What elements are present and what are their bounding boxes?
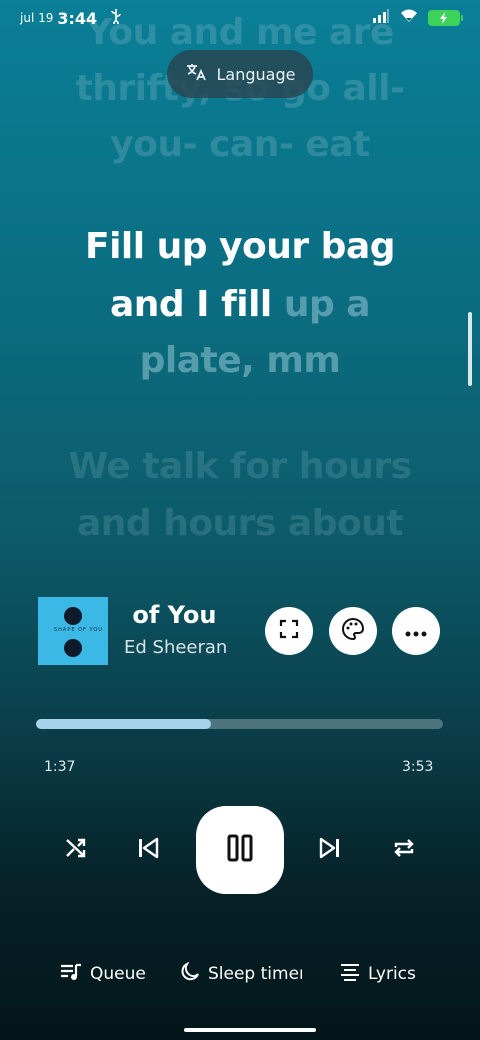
next-icon [318,836,342,864]
battery-icon [428,10,463,26]
bottom-bar: Queue Sleep timer Lyrics [0,956,480,992]
now-playing: SHAPE OF YOU Shape of You Ed Sheeran [38,597,448,667]
track-artist[interactable]: Ed Sheeran [124,637,227,658]
scrollbar[interactable] [468,312,472,386]
status-bar: jul 19 3:44 [0,0,480,36]
lyrics-button[interactable]: Lyrics [340,956,416,992]
progress-fill [36,719,211,729]
previous-button[interactable] [128,830,168,870]
lyrics-icon [340,963,360,986]
usb-icon [109,8,123,28]
next-button[interactable] [310,830,350,870]
track-title[interactable]: Shape of You [124,601,260,629]
language-label: Language [216,64,296,84]
shuffle-button[interactable] [56,830,96,870]
album-art[interactable]: SHAPE OF YOU [38,597,108,665]
pause-icon [226,834,254,866]
album-dot [64,639,82,657]
language-button[interactable]: Language [167,50,313,98]
progress-slider[interactable] [36,719,443,729]
repeat-icon [392,836,416,864]
fullscreen-button[interactable] [265,607,313,655]
lyric-line-next[interactable]: We talk for hours [0,446,480,487]
theme-button[interactable] [329,607,377,655]
lyric-line-prev[interactable]: you- can- eat [0,124,480,165]
queue-icon [60,963,82,986]
lyric-line-next[interactable]: and hours about [0,503,480,544]
more-button[interactable] [392,607,440,655]
palette-icon [341,617,365,645]
wifi-icon [400,9,418,27]
duration-time: 3:53 [402,759,434,775]
queue-label: Queue [90,964,146,984]
signal-icon [372,9,390,27]
sleep-timer-label: Sleep timer [208,964,302,984]
play-pause-button[interactable] [196,806,284,894]
album-title-text: SHAPE OF YOU [54,627,103,633]
lyric-pending-text: up a [271,284,371,325]
elapsed-time: 1:37 [44,759,76,775]
previous-icon [136,836,160,864]
album-dot [64,607,82,625]
lyrics-label: Lyrics [368,964,416,984]
sleep-timer-button[interactable]: Sleep timer [180,956,302,992]
moon-icon [180,961,200,987]
playback-controls [0,806,480,894]
status-time: 3:44 [57,8,98,28]
track-title-text: Shape of You [124,601,217,629]
translate-icon [185,62,207,86]
lyric-sung-text: and I fill [109,284,272,325]
shuffle-icon [64,836,88,864]
fullscreen-icon [279,619,299,643]
status-date: jul 19 [20,11,54,25]
lyric-line-current[interactable]: and I fill up a [0,284,480,325]
repeat-button[interactable] [384,830,424,870]
lyric-line-current[interactable]: Fill up your bag [0,226,480,267]
more-icon [405,622,427,641]
home-indicator[interactable] [184,1028,316,1032]
lyric-line-current[interactable]: plate, mm [0,340,480,381]
queue-button[interactable]: Queue [60,956,146,992]
